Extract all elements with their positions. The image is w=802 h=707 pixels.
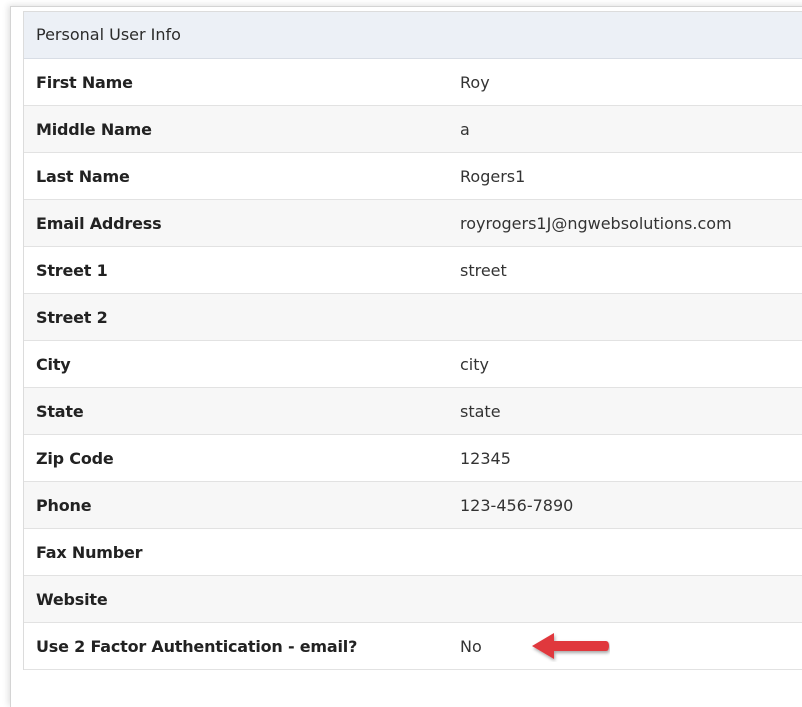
field-label: Website: [36, 589, 108, 609]
table-row-last-name: Last Name Rogers1: [24, 153, 802, 200]
field-value: 12345: [460, 448, 511, 468]
field-label: Zip Code: [36, 448, 114, 468]
field-value: No: [460, 636, 482, 656]
table-row-middle-name: Middle Name a: [24, 106, 802, 153]
table-row-email-address: Email Address royrogers1J@ngwebsolutions…: [24, 200, 802, 247]
field-value: 123-456-7890: [460, 495, 574, 515]
field-label: Street 2: [36, 307, 108, 327]
table-row-zip-code: Zip Code 12345: [24, 435, 802, 482]
field-value: street: [460, 260, 507, 280]
table-row-city: City city: [24, 341, 802, 388]
table-row-street-2: Street 2: [24, 294, 802, 341]
field-value: Rogers1: [460, 166, 526, 186]
field-value: royrogers1J@ngwebsolutions.com: [460, 213, 732, 233]
field-value: state: [460, 401, 501, 421]
field-label: Street 1: [36, 260, 108, 280]
field-label: Fax Number: [36, 542, 143, 562]
table-row-street-1: Street 1 street: [24, 247, 802, 294]
table-row-website: Website: [24, 576, 802, 623]
field-label: City: [36, 354, 71, 374]
table-row-first-name: First Name Roy: [24, 59, 802, 106]
personal-user-info-panel: Personal User Info First Name Roy Middle…: [23, 11, 802, 670]
field-label: Last Name: [36, 166, 130, 186]
field-label: Phone: [36, 495, 92, 515]
field-value: city: [460, 354, 489, 374]
field-value: a: [460, 119, 470, 139]
table-row-state: State state: [24, 388, 802, 435]
table-row-fax-number: Fax Number: [24, 529, 802, 576]
panel-title: Personal User Info: [24, 12, 802, 59]
table-row-two-factor-email: Use 2 Factor Authentication - email? No: [24, 623, 802, 670]
table-row-phone: Phone 123-456-7890: [24, 482, 802, 529]
field-label: Email Address: [36, 213, 162, 233]
field-value: Roy: [460, 72, 490, 92]
field-label: State: [36, 401, 84, 421]
left-arrow-icon: [532, 633, 609, 659]
field-label: Middle Name: [36, 119, 152, 139]
field-label: Use 2 Factor Authentication - email?: [36, 636, 358, 656]
field-label: First Name: [36, 72, 133, 92]
